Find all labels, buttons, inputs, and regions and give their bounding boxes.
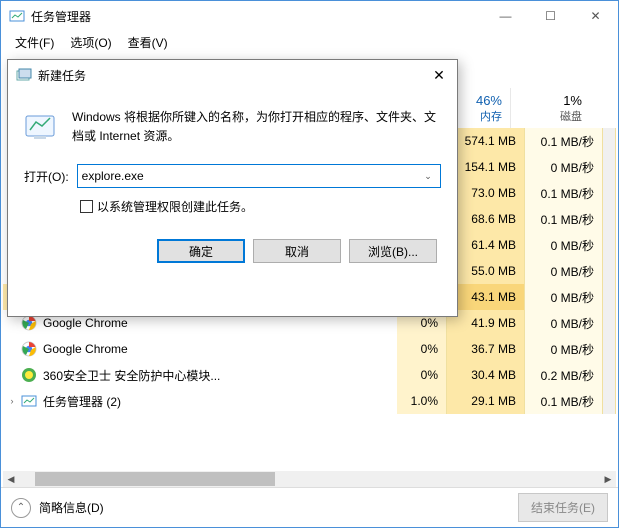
dialog-close-button[interactable]: ✕ [421,60,457,90]
open-input[interactable] [82,169,420,183]
titlebar[interactable]: 任务管理器 — ☐ ✕ [1,1,618,31]
process-row[interactable]: 360安全卫士 安全防护中心模块...0%30.4 MB0.2 MB/秒 [3,362,616,388]
process-icon [21,315,37,331]
process-name: Google Chrome [43,316,397,330]
ok-button[interactable]: 确定 [157,239,245,263]
close-button[interactable]: ✕ [573,1,618,31]
process-name: 360安全卫士 安全防护中心模块... [43,367,397,384]
open-label: 打开(O): [24,168,69,185]
memory-cell: 61.4 MB [447,232,525,258]
run-icon [16,67,32,83]
browse-button[interactable]: 浏览(B)... [349,239,437,263]
disk-cell: 0.1 MB/秒 [525,128,603,154]
process-row[interactable]: Google Chrome0%36.7 MB0 MB/秒 [3,336,616,362]
process-icon [21,341,37,357]
disk-cell: 0 MB/秒 [525,154,603,180]
menu-view[interactable]: 查看(V) [122,32,174,53]
dropdown-icon[interactable]: ⌄ [420,171,436,182]
dialog-title: 新建任务 [38,67,421,84]
dialog-description: Windows 将根据你所键入的名称，为你打开相应的程序、文件夹、文档或 Int… [72,108,441,146]
menubar: 文件(F) 选项(O) 查看(V) [1,31,618,53]
run-app-icon [24,108,60,144]
process-name: Google Chrome [43,342,397,356]
memory-cell: 29.1 MB [447,388,525,414]
minimize-button[interactable]: — [483,1,528,31]
cancel-button[interactable]: 取消 [253,239,341,263]
scroll-left-icon[interactable]: ◀ [3,474,19,485]
admin-checkbox-label[interactable]: 以系统管理权限创建此任务。 [97,198,253,215]
process-row[interactable]: › 任务管理器 (2)1.0%29.1 MB0.1 MB/秒 [3,388,616,414]
disk-cell: 0 MB/秒 [525,232,603,258]
memory-cell: 73.0 MB [447,180,525,206]
cpu-cell: 0% [397,362,447,388]
memory-cell: 30.4 MB [447,362,525,388]
brief-info-link[interactable]: 简略信息(D) [39,499,518,516]
disk-cell: 0.1 MB/秒 [525,180,603,206]
menu-options[interactable]: 选项(O) [64,32,117,53]
memory-cell: 68.6 MB [447,206,525,232]
dialog-titlebar[interactable]: 新建任务 ✕ [8,60,457,90]
process-icon [21,367,37,383]
disk-cell: 0 MB/秒 [525,284,603,310]
new-task-dialog: 新建任务 ✕ Windows 将根据你所键入的名称，为你打开相应的程序、文件夹、… [7,59,458,317]
maximize-button[interactable]: ☐ [528,1,573,31]
footer: ⌃ 简略信息(D) 结束任务(E) [1,487,618,527]
expand-icon[interactable]: › [3,396,21,406]
memory-cell: 36.7 MB [447,336,525,362]
disk-cell: 0.1 MB/秒 [525,388,603,414]
disk-cell: 0 MB/秒 [525,336,603,362]
taskmgr-icon [9,8,25,24]
open-combobox[interactable]: ⌄ [77,164,441,188]
memory-cell: 55.0 MB [447,258,525,284]
process-icon [21,393,37,409]
admin-checkbox[interactable] [80,200,93,213]
memory-cell: 43.1 MB [447,284,525,310]
end-task-button[interactable]: 结束任务(E) [518,493,608,522]
scroll-right-icon[interactable]: ▶ [600,474,616,485]
disk-cell: 0.1 MB/秒 [525,206,603,232]
memory-cell: 41.9 MB [447,310,525,336]
disk-cell: 0 MB/秒 [525,310,603,336]
menu-file[interactable]: 文件(F) [9,32,60,53]
column-disk[interactable]: 1% 磁盘 [510,88,590,128]
window-title: 任务管理器 [31,8,483,25]
memory-cell: 574.1 MB [447,128,525,154]
fewer-details-icon[interactable]: ⌃ [11,498,31,518]
disk-cell: 0.2 MB/秒 [525,362,603,388]
process-name: 任务管理器 (2) [43,393,397,410]
cpu-cell: 0% [397,336,447,362]
horizontal-scrollbar[interactable]: ◀ ▶ [3,471,616,487]
memory-cell: 154.1 MB [447,154,525,180]
cpu-cell: 1.0% [397,388,447,414]
scroll-thumb[interactable] [35,472,275,486]
task-manager-window: 任务管理器 — ☐ ✕ 文件(F) 选项(O) 查看(V) % ⌄ 46% 内存… [0,0,619,528]
disk-cell: 0 MB/秒 [525,258,603,284]
